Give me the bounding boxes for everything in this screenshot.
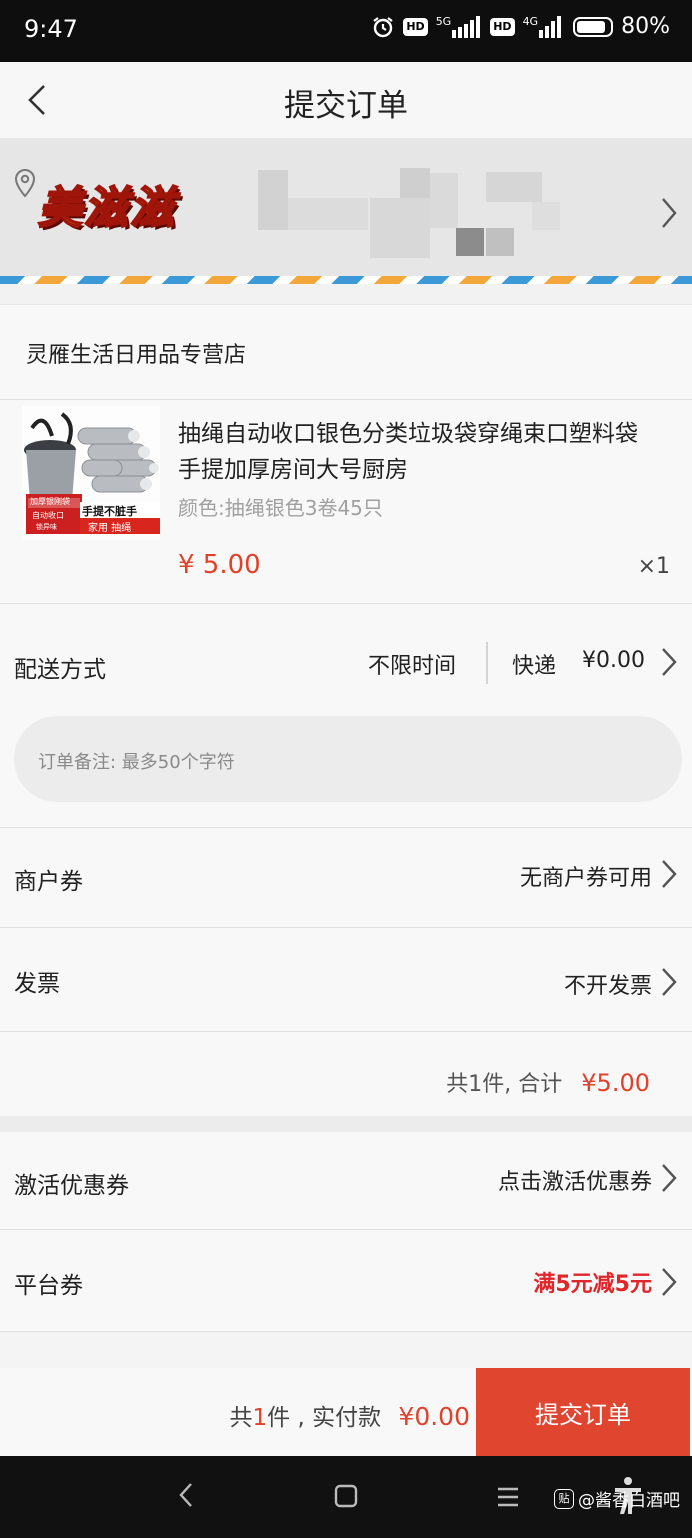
invoice-row[interactable]: 发票 不开发票 [0,928,692,1032]
summary-suffix: 件 , 实付款 [267,1405,382,1431]
chevron-right-icon [662,860,677,888]
location-pin-icon [14,168,36,198]
address-card[interactable]: 美滋滋 [0,138,692,284]
delivery-method[interactable]: 快递 [512,648,556,680]
nav-back-icon[interactable] [176,1480,196,1510]
product-title[interactable]: 抽绳自动收口银色分类垃圾袋穿绳束口塑料袋手提加厚房间大号厨房 [178,416,648,488]
product-badge-text: 自动收口 [32,511,64,520]
mosaic-block [430,173,458,228]
invoice-value: 不开发票 [563,974,652,999]
mosaic-block [400,168,430,198]
chevron-right-icon [662,1268,677,1296]
chevron-right-icon [662,968,677,996]
network-5g-label: 5G [435,15,452,28]
page-header: 提交订单 [0,62,692,138]
chevron-right-icon[interactable] [660,646,678,678]
product-caption-text: 家用 抽绳 [88,523,132,534]
signal-4g-icon: 4G [523,15,566,38]
mosaic-block [288,198,368,230]
delivery-label: 配送方式 [14,657,106,683]
payment-amount: ¥0.00 [398,1402,470,1431]
mosaic-block [486,172,542,202]
invoice-label: 发票 [14,971,60,997]
summary-prefix: 共 [229,1405,253,1431]
product-caption-text: 手提不脏手 [82,505,137,518]
status-bar: 9:47 HD 5G HD 4G 80% [0,0,692,62]
battery-percent: 80% [621,14,670,39]
chevron-right-icon [662,1164,677,1192]
watermark: 贴 @酱香白酒吧 [554,1486,680,1511]
nav-menu-icon[interactable] [496,1486,520,1508]
mosaic-block [258,170,288,230]
delivery-section: 配送方式 不限时间 快递 ¥0.00 订单备注: 最多50个字符 [0,604,692,828]
nav-home-icon[interactable] [334,1484,358,1508]
merchant-coupon-label: 商户券 [14,869,83,895]
delivery-time[interactable]: 不限时间 [368,648,456,680]
sticker-logo: 美滋滋 [37,182,176,235]
network-4g-label: 4G [522,15,539,28]
mosaic-block [370,198,430,258]
alarm-icon [373,16,394,37]
store-row: 灵雁生活日用品专营店 [0,304,692,400]
product-quantity: ×1 [637,554,670,579]
section-gap [0,1116,692,1132]
activate-coupon-label: 激活优惠券 [14,1173,129,1199]
hd-badge-2: HD [490,17,515,36]
status-icons: HD 5G HD 4G 80% [371,14,670,39]
platform-coupon-row[interactable]: 平台券 满5元减5元 [0,1230,692,1332]
watermark-badge: 贴 [554,1488,574,1509]
battery-icon [573,16,614,37]
checkout-bar: 共1件 , 实付款 ¥0.00 提交订单 [0,1368,692,1456]
product-price: ¥ 5.00 [178,550,261,580]
product-badge-text: 锁异味 [36,523,57,531]
activate-coupon-value: 点击激活优惠券 [497,1170,652,1195]
order-remark-input[interactable]: 订单备注: 最多50个字符 [14,716,682,802]
subtotal-count: 共1件, 合计 [446,1072,563,1097]
delivery-fee: ¥0.00 [582,648,645,673]
platform-coupon-label: 平台券 [14,1273,83,1299]
product-badge-text: 加厚银刚袋 [30,497,70,506]
address-stripe [0,276,692,284]
platform-coupon-value: 满5元减5元 [533,1272,652,1297]
signal-5g-icon: 5G [436,15,483,38]
store-name: 灵雁生活日用品专营店 [26,343,247,368]
section-gap [0,1332,692,1368]
mosaic-block [532,202,560,230]
submit-order-button[interactable]: 提交订单 [476,1368,690,1456]
product-image: 加厚银刚袋 自动收口 锁异味 手提不脏手 家用 抽绳 [22,406,160,540]
merchant-coupon-value: 无商户券可用 [519,866,652,891]
watermark-text: @酱香白酒吧 [578,1491,680,1511]
subtotal-text: 共1件, 合计 ¥5.00 [446,1066,650,1098]
subtotal-row: 共1件, 合计 ¥5.00 [0,1032,692,1116]
hd-badge: HD [403,17,428,36]
activate-coupon-row[interactable]: 激活优惠券 点击激活优惠券 [0,1132,692,1230]
product-spec: 颜色:抽绳银色3卷45只 [178,496,383,520]
mosaic-block [456,228,484,256]
page-title: 提交订单 [284,88,408,124]
chevron-right-icon [662,198,677,228]
status-time: 9:47 [24,15,78,43]
subtotal-amount: ¥5.00 [581,1069,650,1097]
mosaic-block [486,228,514,256]
merchant-coupon-row[interactable]: 商户券 无商户券可用 [0,828,692,928]
system-nav-bar: 贴 @酱香白酒吧 [0,1456,692,1538]
product-item[interactable]: 加厚银刚袋 自动收口 锁异味 手提不脏手 家用 抽绳 抽绳自动收口银色分类垃圾袋… [0,400,692,604]
payment-summary: 共1件 , 实付款 ¥0.00 [230,1398,470,1432]
summary-count: 1 [252,1405,268,1431]
divider [486,642,488,684]
remark-placeholder: 订单备注: 最多50个字符 [38,752,235,773]
